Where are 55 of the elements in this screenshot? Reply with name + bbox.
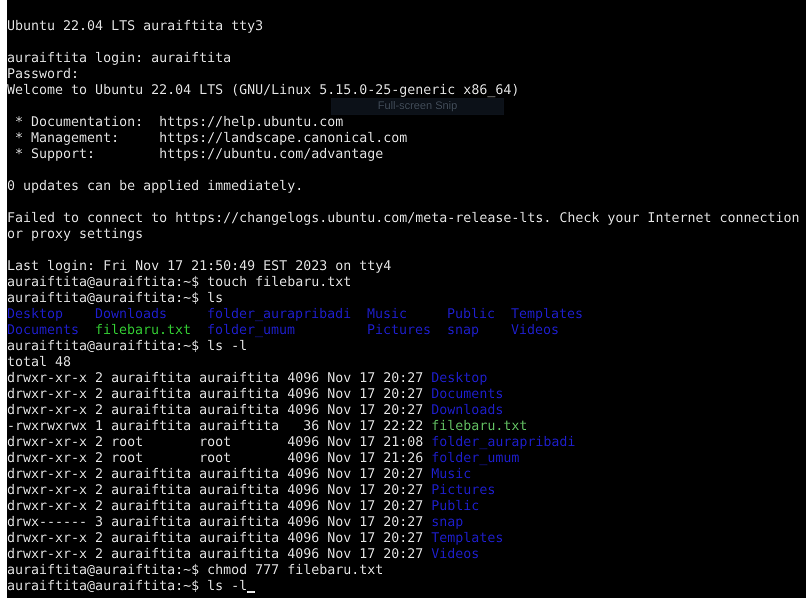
- ls-entry: Public: [447, 307, 496, 322]
- terminal-line: drwxr-xr-x 2 auraiftita auraiftita 4096 Nov 17 20:27: [7, 547, 424, 563]
- terminal-line: drwx------ 3 auraiftita auraiftita 4096 Nov 17 20:27: [7, 515, 424, 531]
- ls-entry: folder_aurapribadi: [431, 435, 576, 451]
- ls-entry: folder_aurapribadi: [207, 307, 352, 322]
- ls-entry: Pictures: [431, 483, 496, 499]
- ls-entry: filebaru.txt: [95, 323, 192, 338]
- ls-entry: snap: [447, 323, 480, 338]
- terminal-line: drwxr-xr-x 2 auraiftita auraiftita 4096 Nov 17 20:27: [7, 387, 424, 403]
- terminal-line: Ubuntu 22.04 LTS auraiftita tty3: [7, 19, 264, 35]
- terminal-line: auraiftita@auraiftita:~$ ls -l: [7, 339, 248, 355]
- terminal-line: 0 updates can be applied immediately.: [7, 179, 304, 195]
- terminal-line: Failed to connect to https://changelogs.ubuntu.com/meta-release-lts. Check your Internet connection: [7, 211, 800, 227]
- ls-entry: snap: [431, 515, 464, 531]
- terminal-line: auraiftita login: auraiftita: [7, 51, 232, 67]
- terminal-line: Password:: [7, 67, 80, 83]
- terminal-line: * Management: https://landscape.canonical.com: [14, 131, 408, 147]
- ls-entry: Documents: [431, 387, 504, 403]
- terminal-line: drwxr-xr-x 2 auraiftita auraiftita 4096 Nov 17 20:27: [7, 371, 424, 387]
- ls-entry: Downloads: [431, 403, 504, 419]
- ls-entry: Public: [431, 499, 480, 515]
- ls-entry: folder_umum: [431, 451, 520, 467]
- terminal-line: drwxr-xr-x 2 auraiftita auraiftita 4096 Nov 17 20:27: [7, 467, 424, 483]
- terminal-line: * Support: https://ubuntu.com/advantage: [14, 147, 384, 163]
- terminal-line: drwxr-xr-x 2 auraiftita auraiftita 4096 Nov 17 20:27: [7, 403, 424, 419]
- snip-tooltip: Full-screen Snip: [331, 98, 504, 115]
- terminal-line: drwxr-xr-x 2 root root 4096 Nov 17 21:26: [7, 451, 424, 467]
- ls-entry: Documents: [7, 323, 80, 338]
- terminal-line: total 48: [7, 355, 72, 371]
- terminal-line: auraiftita@auraiftita:~$ ls -l: [7, 579, 248, 595]
- ls-entry: Desktop: [431, 371, 488, 387]
- terminal-line: auraiftita@auraiftita:~$ ls: [7, 291, 224, 307]
- terminal-line: drwxr-xr-x 2 auraiftita auraiftita 4096 Nov 17 20:27: [7, 499, 424, 515]
- ls-entry: Downloads: [95, 307, 168, 322]
- terminal-line: drwxr-xr-x 2 auraiftita auraiftita 4096 Nov 17 20:27: [7, 531, 424, 547]
- ls-entry: filebaru.txt: [431, 419, 528, 435]
- ls-entry: Templates: [511, 307, 584, 322]
- terminal-line: auraiftita@auraiftita:~$ chmod 777 filebaru.txt: [7, 563, 384, 579]
- terminal-line: auraiftita@auraiftita:~$ touch filebaru.txt: [7, 275, 352, 291]
- ls-entry: Templates: [431, 531, 504, 547]
- terminal-line: Last login: Fri Nov 17 21:50:49 EST 2023 on tty4: [7, 259, 392, 275]
- ls-entry: Videos: [431, 547, 480, 563]
- ls-entry: Videos: [511, 323, 560, 338]
- terminal-line: drwxr-xr-x 2 auraiftita auraiftita 4096 Nov 17 20:27: [7, 483, 424, 499]
- cursor: [247, 591, 256, 593]
- ls-entry: Pictures: [367, 323, 432, 338]
- terminal-line: * Documentation: https://help.ubuntu.com: [14, 115, 344, 131]
- terminal-line: Welcome to Ubuntu 22.04 LTS (GNU/Linux 5.15.0-25-generic x86_64): [7, 83, 520, 99]
- ls-entry: Music: [431, 467, 472, 483]
- ls-entry: Music: [367, 307, 408, 322]
- terminal-line: -rwxrwxrwx 1 auraiftita auraiftita 36 Nov 17 22:22: [7, 419, 424, 435]
- ls-entry: folder_umum: [207, 323, 296, 338]
- terminal-line: drwxr-xr-x 2 root root 4096 Nov 17 21:08: [7, 435, 424, 451]
- terminal-line: or proxy settings: [7, 227, 144, 243]
- ls-entry: Desktop: [7, 307, 64, 322]
